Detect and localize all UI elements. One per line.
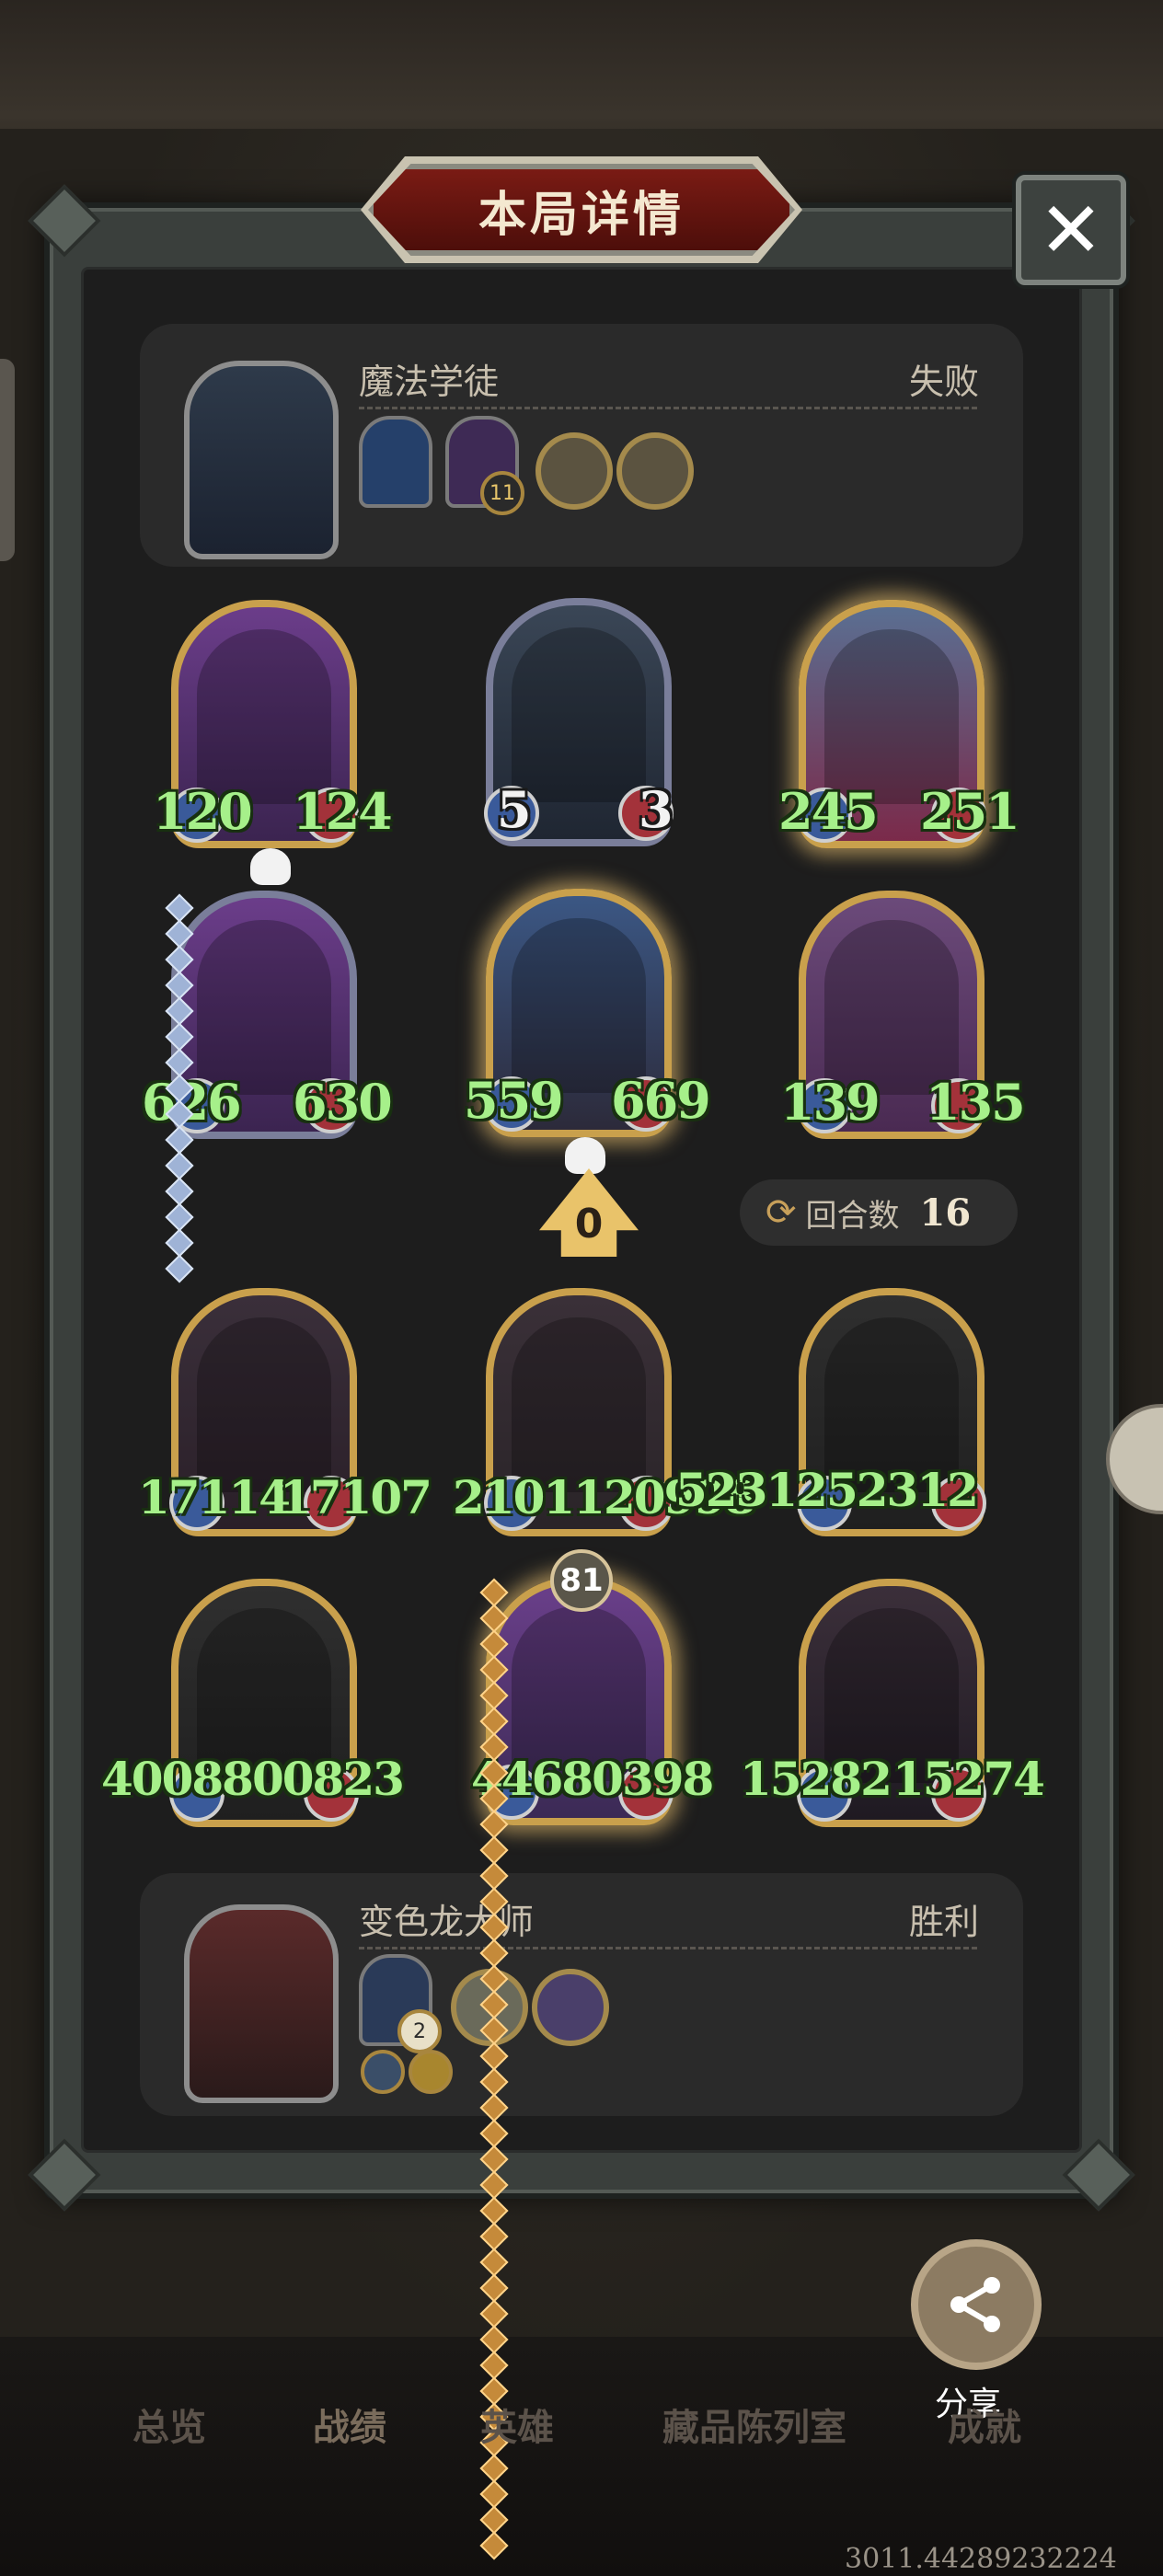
attack-value: 15282 bbox=[740, 1752, 892, 1806]
title-banner: 本局详情 bbox=[368, 164, 795, 256]
close-icon: ✕ bbox=[1038, 185, 1104, 275]
attack-value: 245 bbox=[778, 782, 879, 841]
health-value: 3 bbox=[639, 780, 674, 839]
attack-value: 139 bbox=[780, 1073, 881, 1132]
skull-icon bbox=[250, 848, 291, 885]
health-value: 135 bbox=[926, 1073, 1026, 1132]
bottom-bar-bg bbox=[0, 2337, 1163, 2576]
nav-achievements[interactable]: 成就 bbox=[948, 2398, 1021, 2451]
attack-value: 4008800823 bbox=[101, 1752, 405, 1806]
close-button[interactable]: ✕ bbox=[1016, 175, 1126, 285]
share-icon bbox=[950, 2277, 1000, 2332]
health-value: 669 bbox=[611, 1071, 711, 1130]
bat-coin-icon[interactable] bbox=[535, 432, 613, 510]
top-player-name: 魔法学徒 bbox=[359, 362, 500, 402]
card-art bbox=[512, 918, 646, 1093]
item-count-badge: 2 bbox=[397, 2009, 442, 2053]
attack-value: 559 bbox=[464, 1071, 564, 1130]
attack-order-value: 0 bbox=[574, 1200, 604, 1248]
divider bbox=[359, 1947, 977, 1949]
minion-card[interactable]: 559 669 bbox=[464, 889, 711, 1174]
nav-overview[interactable]: 总览 bbox=[132, 2398, 206, 2451]
attack-value: 17114 bbox=[138, 1470, 291, 1524]
bottom-player-avatar[interactable] bbox=[184, 1904, 339, 2103]
nav-collection[interactable]: 藏品陈列室 bbox=[662, 2398, 846, 2451]
refresh-icon: ⟳ bbox=[766, 1191, 797, 1234]
rounds-label: 回合数 bbox=[805, 1197, 900, 1235]
minion-card[interactable]: 2101120998 bbox=[453, 1288, 756, 1536]
nav-heroes[interactable]: 英雄 bbox=[480, 2398, 554, 2451]
bottom-player-result: 胜利 bbox=[908, 1902, 979, 1942]
health-value: 17107 bbox=[280, 1470, 432, 1524]
item-count-badge: 11 bbox=[480, 471, 524, 515]
minion-card[interactable]: 120 124 bbox=[153, 600, 393, 885]
crystal-ball-icon[interactable] bbox=[359, 416, 432, 508]
attack-value: 120 bbox=[153, 782, 253, 841]
card-art bbox=[197, 1317, 331, 1492]
gold-icon[interactable] bbox=[409, 2050, 453, 2094]
top-player-result: 失败 bbox=[908, 362, 979, 402]
page-title: 本局详情 bbox=[478, 186, 685, 243]
minion-card[interactable]: 17114 17107 bbox=[138, 1288, 432, 1536]
sword-icon[interactable] bbox=[361, 2050, 405, 2094]
rounds-value: 16 bbox=[919, 1190, 972, 1235]
skull-icon bbox=[565, 1137, 605, 1174]
minion-card[interactable]: 245 251 bbox=[778, 600, 1020, 848]
card-art bbox=[512, 1317, 646, 1492]
skeleton-coin-icon[interactable] bbox=[616, 432, 694, 510]
top-player-avatar[interactable] bbox=[184, 361, 339, 559]
chain-decoration bbox=[165, 893, 194, 1283]
attack-value: 5 bbox=[497, 780, 532, 839]
health-value: 124 bbox=[293, 782, 393, 841]
health-value: 251 bbox=[920, 782, 1020, 841]
health-value: 630 bbox=[293, 1073, 393, 1132]
nav-records[interactable]: 战绩 bbox=[313, 2398, 386, 2451]
minion-card[interactable]: 5 3 bbox=[484, 598, 674, 846]
minion-card[interactable]: 139 135 bbox=[780, 891, 1026, 1139]
card-art bbox=[824, 629, 959, 804]
card-art bbox=[197, 629, 331, 804]
card-art bbox=[512, 627, 646, 802]
door-coin-icon[interactable] bbox=[532, 1969, 609, 2046]
health-value: 5231252312 bbox=[675, 1463, 979, 1517]
card-art bbox=[824, 920, 959, 1095]
health-value: 15274 bbox=[892, 1752, 1045, 1806]
card-art bbox=[197, 920, 331, 1095]
watermark: 3011.44289232224 bbox=[845, 2543, 1117, 2575]
level-badge: 81 bbox=[550, 1549, 613, 1612]
share-button[interactable] bbox=[911, 2239, 1042, 2370]
left-side-tab bbox=[0, 359, 15, 561]
rounds-pill: ⟳ 回合数 16 bbox=[740, 1179, 1018, 1246]
minion-card[interactable]: 626 630 bbox=[142, 891, 393, 1139]
divider bbox=[359, 407, 977, 409]
